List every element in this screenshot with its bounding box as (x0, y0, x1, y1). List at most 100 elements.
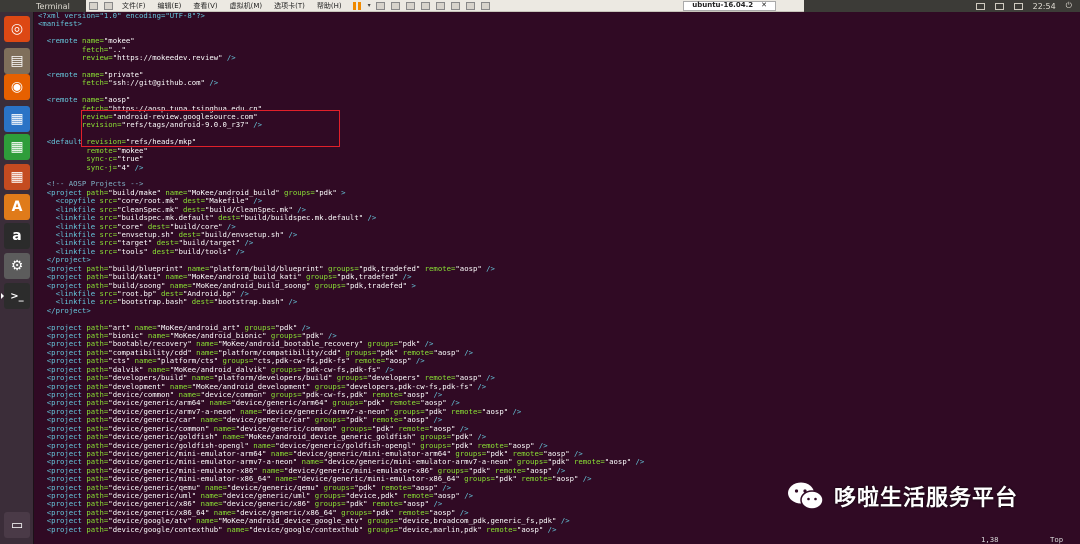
menu-file[interactable]: 文件(F) (116, 1, 152, 11)
code-token: groups= (310, 280, 346, 290)
code-token: "aosp" (516, 524, 544, 534)
impress-icon[interactable]: ▦ (4, 164, 30, 190)
code-token: dest= (147, 246, 175, 256)
code-token: "bootstrap.bash" (213, 297, 285, 307)
code-token: "tools" (117, 246, 148, 256)
code-token: > (407, 280, 416, 290)
code-token: groups= (279, 187, 315, 197)
trash-icon[interactable]: ▭ (4, 512, 30, 538)
vim-status-line: 1,38 Top (35, 534, 1080, 544)
volume-icon[interactable] (1013, 2, 1023, 10)
send-keys-icon[interactable] (375, 1, 385, 10)
code-token: /> (231, 246, 245, 256)
code-line: <?xml version="1.0" encoding="UTF-8"?> (38, 11, 644, 20)
firefox-icon[interactable]: ◉ (4, 74, 30, 100)
menu-help[interactable]: 帮助(H) (311, 1, 348, 11)
code-token: <project (38, 524, 87, 534)
code-token: src= (99, 246, 118, 256)
code-token: dest= (187, 297, 214, 307)
code-token: /> (284, 229, 298, 239)
cursor-position: 1,38 (981, 535, 999, 544)
code-token: "aosp" (604, 457, 632, 467)
code-token: "device,marlin,pdk" (398, 524, 482, 534)
code-line: <remote name="mokee" (38, 37, 644, 45)
code-token: /> (543, 524, 557, 534)
snapshot-restore-icon[interactable] (405, 1, 415, 10)
code-token: "aosp" (481, 406, 509, 416)
menu-edit[interactable]: 编辑(E) (152, 1, 188, 11)
unity-icon[interactable] (450, 1, 460, 10)
menu-tabs[interactable]: 选项卡(T) (268, 1, 311, 11)
menu-view[interactable]: 查看(V) (187, 1, 223, 11)
code-token: "pdk" (494, 474, 517, 484)
vm-library-icon[interactable] (104, 1, 113, 10)
code-token: path= (86, 524, 109, 534)
chevron-down-icon[interactable]: ▾ (368, 2, 371, 9)
watermark: 哆啦生活服务平台 (786, 476, 1018, 516)
code-token: "build/tools" (174, 246, 232, 256)
snapshot-icon[interactable] (390, 1, 400, 10)
writer-icon[interactable]: ▦ (4, 106, 30, 132)
code-token: /> (363, 213, 377, 223)
code-token: groups= (363, 524, 399, 534)
code-line: <manifest> (38, 20, 644, 28)
code-token: "https://mokeedev.review" (112, 53, 223, 63)
code-token: /> (204, 78, 219, 88)
code-line: fetch="ssh://git@github.com" /> (38, 79, 644, 87)
code-token: "aosp" (433, 347, 460, 357)
editor-content[interactable]: <?xml version="1.0" encoding="UTF-8"?> <m… (38, 11, 644, 534)
code-line: <linkfile src="tools" dest="build/tools"… (38, 246, 644, 256)
console-view-icon[interactable] (465, 1, 475, 10)
system-tray: 22:54 ⏻ (975, 0, 1080, 12)
vm-home-icon[interactable] (89, 1, 98, 10)
code-token: "device/google/contexthub" (108, 524, 223, 534)
code-token: </project> (38, 305, 91, 315)
code-token: "pdk,tradefed" (345, 280, 408, 290)
code-token: remote= (446, 406, 482, 416)
code-token: "aosp" (552, 474, 579, 484)
watermark-text: 哆啦生活服务平台 (834, 486, 1019, 511)
snapshot-manager-icon[interactable] (420, 1, 430, 10)
code-token: > (336, 187, 346, 197)
terminal-icon[interactable]: >_ (1, 283, 30, 309)
code-line: </project> (38, 305, 644, 315)
code-token: "device/google/contexthub" (248, 524, 364, 534)
pause-icon[interactable] (352, 1, 361, 10)
terminal-window[interactable]: <?xml version="1.0" encoding="UTF-8"?> <m… (35, 11, 1080, 544)
app-title: Terminal (36, 1, 70, 11)
fullscreen-icon[interactable] (435, 1, 445, 10)
code-token: "bootstrap.bash" (117, 297, 188, 307)
scroll-indicator: Top (1050, 535, 1064, 544)
code-token: "aosp" (455, 263, 482, 273)
files-icon[interactable]: ▤ (4, 48, 30, 74)
amazon-icon[interactable]: a (4, 223, 30, 249)
code-line: <project path="device/google/contexthub"… (38, 524, 644, 534)
dash-icon[interactable]: ◎ (4, 16, 30, 42)
code-token: remote= (481, 524, 517, 534)
vm-tab[interactable]: ubuntu-16.04.2 ✕ (683, 0, 776, 11)
power-icon[interactable]: ⏻ (1066, 1, 1072, 11)
system-settings-icon[interactable]: ⚙ (4, 253, 30, 279)
code-token: /> (508, 406, 522, 416)
code-token: remote= (569, 457, 605, 467)
code-line: review="https://mokeedev.review" /> (38, 53, 644, 63)
code-token: <manifest> (38, 19, 82, 29)
clock[interactable]: 22:54 (1033, 2, 1056, 11)
code-token: /> (481, 263, 495, 273)
wechat-icon (788, 482, 824, 510)
network-icon[interactable] (994, 2, 1004, 10)
close-icon[interactable]: ✕ (761, 1, 767, 10)
software-center-icon[interactable]: A (4, 194, 30, 220)
code-token: /> (284, 297, 298, 307)
code-token: "4" (117, 162, 131, 172)
calc-icon[interactable]: ▦ (4, 134, 30, 160)
menu-vm[interactable]: 虚拟机(M) (224, 1, 269, 11)
code-token: name= (222, 524, 249, 534)
code-token: src= (99, 297, 118, 307)
stretch-icon[interactable] (480, 1, 490, 10)
code-line: <linkfile src="bootstrap.bash" dest="boo… (38, 298, 644, 306)
code-token: /> (472, 381, 487, 391)
code-token: "build/buildspec.mk.default" (240, 213, 364, 223)
input-method-icon[interactable] (975, 2, 985, 10)
code-line: sync-j="4" /> (38, 162, 644, 172)
